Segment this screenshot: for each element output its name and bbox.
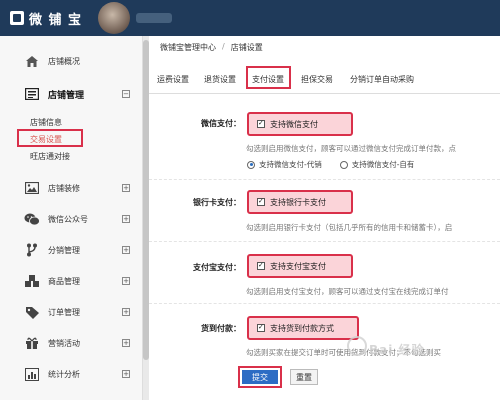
wechat-pay-mode: 支持微信支付-代销 支持微信支付-自有 xyxy=(247,159,414,170)
hint-text: 勾选则启用银行卡支付（包括几乎所有的信用卡和储蓄卡），启 xyxy=(246,223,453,232)
watermark-icon xyxy=(347,336,367,356)
wechat-icon xyxy=(24,211,40,227)
tab-auto-purchase[interactable]: 分销订单自动采购 xyxy=(350,74,414,85)
wechat-pay-checkbox[interactable]: 支持微信支付 xyxy=(247,112,353,136)
row-label: 货到付款： xyxy=(201,324,241,333)
breadcrumb-separator: / xyxy=(222,42,225,51)
main-content: 微铺宝管理中心 / 店铺设置 运费设置 退货设置 支付设置 担保交易 分销订单自… xyxy=(149,36,500,400)
list-icon xyxy=(24,86,40,102)
sidebar-item-shop-decor[interactable]: 店铺装修 + xyxy=(0,173,143,203)
checkbox-label: 支持银行卡支付 xyxy=(270,197,326,207)
expand-toggle[interactable]: + xyxy=(122,215,130,223)
checkbox-icon[interactable] xyxy=(257,323,265,332)
row-wechat-pay: 微信支付： 支持微信支付 勾选则启用微信支付，顾客可以通过微信支付完成订单付款，… xyxy=(149,100,500,180)
sidebar-item-label: 店铺管理 xyxy=(48,90,85,101)
radio-consign[interactable]: 支持微信支付-代销 xyxy=(247,159,322,170)
row-label: 银行卡支付： xyxy=(193,198,241,207)
expand-toggle[interactable]: + xyxy=(122,339,130,347)
tab-shipping[interactable]: 运费设置 xyxy=(157,74,189,85)
submit-button-label: 提交 xyxy=(242,370,278,384)
sidebar-item-label: 店铺装修 xyxy=(48,183,80,193)
expand-toggle[interactable]: + xyxy=(122,184,130,192)
checkbox-label: 支持支付宝支付 xyxy=(270,261,326,271)
checkbox-icon[interactable] xyxy=(257,197,265,206)
gift-icon xyxy=(24,335,40,351)
radio-own[interactable]: 支持微信支付-自有 xyxy=(339,159,414,170)
checkbox-icon[interactable] xyxy=(257,261,265,270)
radio-selected-icon[interactable] xyxy=(247,160,255,169)
row-cash-on-delivery: 货到付款： 支持货到付款方式 勾选则买家在提交订单时可使用货到付款支付；不勾选则… xyxy=(149,304,500,366)
logo-icon xyxy=(10,11,24,25)
checkbox-icon[interactable] xyxy=(257,119,265,128)
sidebar-item-label: 订单管理 xyxy=(48,307,80,317)
expand-toggle[interactable]: + xyxy=(122,308,130,316)
form-actions: 提交 重置 xyxy=(149,366,500,396)
reset-button[interactable]: 重置 xyxy=(290,369,318,385)
boxes-icon xyxy=(24,273,40,289)
submit-button[interactable]: 提交 xyxy=(238,366,282,388)
top-bar: 微 铺 宝 xyxy=(0,0,500,36)
row-alipay: 支付宝支付： 支持支付宝支付 勾选则启用支付宝支付，顾客可以通过支付宝在线完成订… xyxy=(149,242,500,304)
expand-toggle[interactable]: + xyxy=(122,246,130,254)
sidebar-item-label: 微信公众号 xyxy=(48,214,88,224)
logo-text: 微 铺 宝 xyxy=(29,12,83,28)
sidebar-item-stats[interactable]: 统计分析 + xyxy=(0,359,143,389)
expand-toggle[interactable]: + xyxy=(122,277,130,285)
alipay-checkbox[interactable]: 支持支付宝支付 xyxy=(247,254,353,278)
row-label: 支付宝支付： xyxy=(193,263,241,272)
bar-chart-icon xyxy=(24,366,40,382)
home-icon xyxy=(24,53,40,69)
hint-text: 勾选则启用支付宝支付，顾客可以通过支付宝在线完成订单付 xyxy=(246,287,449,296)
hint-text: 勾选则启用微信支付，顾客可以通过微信支付完成订单付款，点 xyxy=(246,144,456,153)
image-icon xyxy=(24,180,40,196)
watermark: Bai 经验 xyxy=(369,343,425,357)
sidebar-item-label: 统计分析 xyxy=(48,369,80,379)
sidebar-item-shop-manage[interactable]: 店铺管理 − xyxy=(0,79,143,109)
sidebar-item-label: 店铺概况 xyxy=(48,56,80,66)
active-tab-highlight xyxy=(246,66,291,89)
row-label: 微信支付： xyxy=(201,119,241,128)
sidebar-item-wechat-account[interactable]: 微信公众号 + xyxy=(0,204,143,234)
sidebar-item-marketing[interactable]: 营销活动 + xyxy=(0,328,143,358)
cod-checkbox[interactable]: 支持货到付款方式 xyxy=(247,316,359,340)
sidebar: 店铺概况 店铺管理 − 店铺信息 交易设置 旺店通对接 店铺装修 + 微信公众号… xyxy=(0,36,143,400)
breadcrumb-root[interactable]: 微铺宝管理中心 xyxy=(160,42,216,53)
tab-escrow[interactable]: 担保交易 xyxy=(301,74,333,85)
tag-icon xyxy=(24,304,40,320)
sidebar-item-distribution[interactable]: 分销管理 + xyxy=(0,235,143,265)
payment-settings-form: 微信支付： 支持微信支付 勾选则启用微信支付，顾客可以通过微信支付完成订单付款，… xyxy=(149,100,500,380)
collapse-toggle[interactable]: − xyxy=(122,90,130,98)
sidebar-item-label: 分销管理 xyxy=(48,245,80,255)
highlight-trade-settings xyxy=(17,129,83,147)
blurred-username xyxy=(136,13,172,23)
bank-card-pay-checkbox[interactable]: 支持银行卡支付 xyxy=(247,190,353,214)
settings-tabs: 运费设置 退货设置 支付设置 担保交易 分销订单自动采购 xyxy=(149,66,500,94)
avatar[interactable] xyxy=(98,2,130,34)
subnav-wangdiantong[interactable]: 旺店通对接 xyxy=(30,151,70,162)
tab-returns[interactable]: 退货设置 xyxy=(204,74,236,85)
radio-icon[interactable] xyxy=(339,160,348,169)
sidebar-item-shop-overview[interactable]: 店铺概况 xyxy=(0,46,143,76)
sidebar-item-orders[interactable]: 订单管理 + xyxy=(0,297,143,327)
checkbox-label: 支持微信支付 xyxy=(270,119,318,129)
sidebar-item-goods[interactable]: 商品管理 + xyxy=(0,266,143,296)
subnav-shop-info[interactable]: 店铺信息 xyxy=(30,117,62,128)
logo[interactable]: 微 铺 宝 xyxy=(10,9,83,28)
breadcrumb: 微铺宝管理中心 / 店铺设置 xyxy=(160,42,263,53)
checkbox-label: 支持货到付款方式 xyxy=(270,323,334,333)
fork-icon xyxy=(24,242,40,258)
row-bank-card-pay: 银行卡支付： 支持银行卡支付 勾选则启用银行卡支付（包括几乎所有的信用卡和储蓄卡… xyxy=(149,180,500,242)
sidebar-item-label: 营销活动 xyxy=(48,338,80,348)
breadcrumb-current: 店铺设置 xyxy=(230,43,263,52)
sidebar-item-label: 商品管理 xyxy=(48,276,80,286)
expand-toggle[interactable]: + xyxy=(122,370,130,378)
